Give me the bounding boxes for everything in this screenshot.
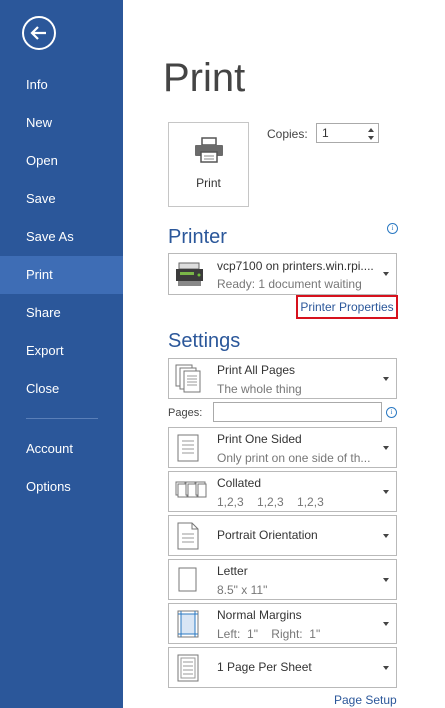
chevron-down-icon	[383, 377, 389, 381]
back-button[interactable]	[22, 16, 56, 50]
chevron-down-icon	[383, 446, 389, 450]
sides-value: Print One Sided	[217, 432, 302, 446]
multiple-pages-icon	[175, 364, 201, 393]
nav-close[interactable]: Close	[0, 370, 123, 408]
collation-dropdown[interactable]: Collated 1,2,3 1,2,3 1,2,3	[168, 471, 397, 512]
nav-share[interactable]: Share	[0, 294, 123, 332]
paper-size-value: Letter	[217, 564, 248, 578]
copies-stepper[interactable]: 1	[316, 123, 379, 143]
chevron-down-icon	[383, 490, 389, 494]
pages-input[interactable]	[213, 402, 382, 422]
printer-properties-link[interactable]: Printer Properties	[296, 295, 398, 319]
backstage-sidebar: Info New Open Save Save As Print Share E…	[0, 0, 123, 708]
page-per-sheet-icon	[177, 654, 199, 682]
margins-desc: Left: 1" Right: 1"	[217, 627, 321, 641]
chevron-down-icon	[383, 534, 389, 538]
portrait-icon	[177, 522, 199, 550]
printer-name: vcp7100 on printers.win.rpi....	[217, 259, 374, 273]
info-icon[interactable]: i	[387, 223, 398, 234]
nav-save-as[interactable]: Save As	[0, 218, 123, 256]
printer-device-icon	[176, 262, 203, 286]
pages-label: Pages:	[168, 407, 203, 419]
copies-label: Copies:	[267, 127, 308, 141]
chevron-down-icon	[383, 578, 389, 582]
paper-size-dropdown[interactable]: Letter 8.5" x 11"	[168, 559, 397, 600]
spin-up-icon[interactable]	[367, 126, 375, 134]
pages-per-sheet-dropdown[interactable]: 1 Page Per Sheet	[168, 647, 397, 688]
collation-desc: 1,2,3 1,2,3 1,2,3	[217, 495, 324, 509]
nav-new[interactable]: New	[0, 104, 123, 142]
print-range-dropdown[interactable]: Print All Pages The whole thing	[168, 358, 397, 399]
sides-desc: Only print on one side of th...	[217, 451, 371, 465]
print-button[interactable]: Print	[168, 122, 249, 207]
chevron-down-icon	[383, 666, 389, 670]
one-sided-icon	[177, 434, 199, 462]
chevron-down-icon	[383, 272, 389, 276]
page-title: Print	[163, 56, 246, 100]
margins-icon	[177, 610, 199, 638]
paper-size-desc: 8.5" x 11"	[217, 583, 268, 597]
nav-open[interactable]: Open	[0, 142, 123, 180]
pages-info-icon[interactable]: i	[386, 407, 397, 418]
printer-dropdown[interactable]: vcp7100 on printers.win.rpi.... Ready: 1…	[168, 253, 397, 295]
nav-account[interactable]: Account	[0, 430, 123, 468]
back-arrow-icon	[30, 26, 46, 40]
spin-down-icon[interactable]	[367, 134, 375, 142]
sides-dropdown[interactable]: Print One Sided Only print on one side o…	[168, 427, 397, 468]
chevron-down-icon	[383, 622, 389, 626]
collated-icon	[175, 481, 207, 498]
page-setup-link[interactable]: Page Setup	[334, 693, 397, 707]
print-button-label: Print	[196, 176, 221, 190]
print-range-value: Print All Pages	[217, 363, 296, 377]
printer-section-title: Printer	[168, 226, 227, 248]
orientation-dropdown[interactable]: Portrait Orientation	[168, 515, 397, 556]
collation-value: Collated	[217, 476, 262, 490]
settings-section-title: Settings	[168, 330, 241, 352]
orientation-value: Portrait Orientation	[217, 528, 318, 542]
nav-export[interactable]: Export	[0, 332, 123, 370]
nav-info[interactable]: Info	[0, 66, 123, 104]
paper-size-icon	[178, 567, 197, 592]
printer-icon	[195, 137, 223, 163]
nav-print[interactable]: Print	[0, 256, 123, 294]
nav-save[interactable]: Save	[0, 180, 123, 218]
nav-divider	[26, 418, 98, 419]
copies-value: 1	[322, 126, 329, 140]
margins-dropdown[interactable]: Normal Margins Left: 1" Right: 1"	[168, 603, 397, 644]
printer-status: Ready: 1 document waiting	[217, 277, 362, 291]
print-range-desc: The whole thing	[217, 382, 302, 396]
nav-options[interactable]: Options	[0, 468, 123, 506]
pages-per-sheet-value: 1 Page Per Sheet	[217, 660, 312, 674]
margins-value: Normal Margins	[217, 608, 302, 622]
